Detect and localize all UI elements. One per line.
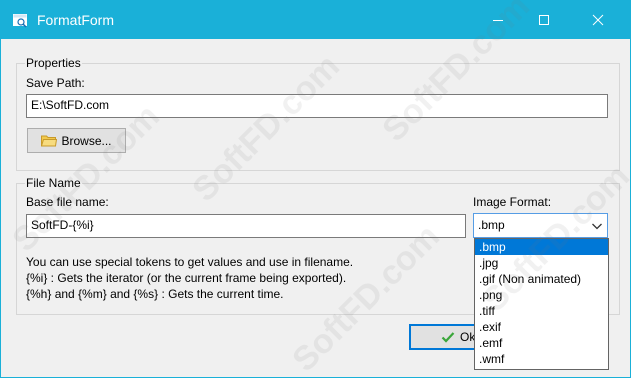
close-icon: [592, 14, 604, 26]
image-format-selected: .bmp: [478, 218, 505, 232]
save-path-input[interactable]: E:\SoftFD.com: [26, 94, 608, 118]
base-file-name-label: Base file name:: [26, 195, 109, 209]
image-format-label: Image Format:: [473, 195, 552, 209]
help-line: {%h} and {%m} and {%s} : Gets the curren…: [26, 287, 284, 301]
minimize-button[interactable]: [475, 2, 521, 38]
format-option-emf[interactable]: .emf: [475, 335, 608, 351]
window-title: FormatForm: [37, 12, 114, 28]
help-line: {%i} : Gets the iterator (or the current…: [26, 271, 347, 285]
close-button[interactable]: [575, 2, 621, 38]
format-option-png[interactable]: .png: [475, 287, 608, 303]
folder-icon: [41, 134, 58, 147]
help-line: You can use special tokens to get values…: [26, 255, 354, 269]
minimize-icon: [493, 20, 503, 21]
maximize-icon: [539, 15, 549, 25]
checkmark-icon: [441, 331, 455, 343]
browse-button-label: Browse...: [61, 133, 112, 148]
image-format-dropdown-list[interactable]: .bmp .jpg .gif (Non animated) .png .tiff…: [474, 238, 609, 370]
window: FormatForm Properties Save Path: E:\Soft…: [0, 0, 631, 379]
token-help-text: You can use special tokens to get values…: [26, 254, 353, 302]
file-name-group-title: File Name: [25, 176, 82, 190]
form-client-area: Properties Save Path: E:\SoftFD.com Brow…: [1, 0, 631, 379]
browse-button[interactable]: Browse...: [27, 128, 126, 153]
maximize-button[interactable]: [521, 2, 567, 38]
properties-group-title: Properties: [25, 56, 82, 70]
format-option-wmf[interactable]: .wmf: [475, 351, 608, 367]
chevron-down-icon: [591, 220, 603, 234]
image-format-select[interactable]: .bmp: [473, 213, 608, 238]
format-option-jpg[interactable]: .jpg: [475, 255, 608, 271]
title-bar[interactable]: FormatForm: [1, 1, 630, 39]
format-option-tiff[interactable]: .tiff: [475, 303, 608, 319]
format-option-bmp[interactable]: .bmp: [475, 239, 608, 255]
format-option-exif[interactable]: .exif: [475, 319, 608, 335]
base-file-name-input[interactable]: SoftFD-{%i}: [26, 214, 466, 238]
save-path-label: Save Path:: [26, 76, 85, 90]
format-option-gif[interactable]: .gif (Non animated): [475, 271, 608, 287]
form-icon: [12, 12, 28, 28]
